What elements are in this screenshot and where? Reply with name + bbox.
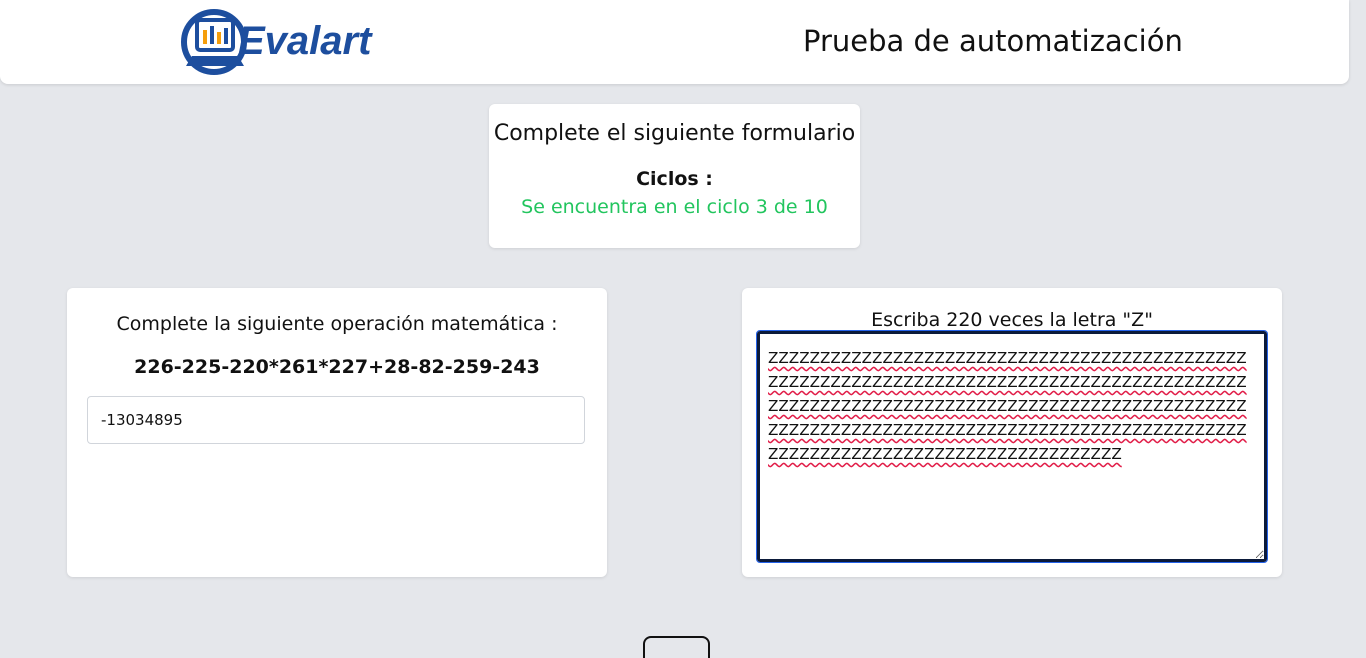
math-answer-input[interactable] <box>87 396 585 444</box>
text-task-instruction: Escriba 220 veces la letra "Z" <box>871 309 1153 331</box>
submit-button[interactable] <box>643 636 710 658</box>
math-instruction: Complete la siguiente operación matemáti… <box>116 313 558 335</box>
math-expression: 226-225-220*261*227+28-82-259-243 <box>134 356 540 378</box>
cycles-status: Se encuentra en el ciclo 3 de 10 <box>521 196 828 218</box>
cycles-label: Ciclos : <box>636 168 713 190</box>
letter-textarea[interactable]: ZZZZZZZZZZZZZZZZZZZZZZZZZZZZZZZZZZZZZZZZ… <box>756 330 1268 563</box>
logo-wordmark: Evalart <box>238 19 373 63</box>
form-instruction: Complete el siguiente formulario <box>493 121 856 146</box>
evalart-logo: Evalart <box>180 8 425 78</box>
math-card: Complete la siguiente operación matemáti… <box>67 288 607 577</box>
page-title: Prueba de automatización <box>803 24 1183 58</box>
text-task-card: Escriba 220 veces la letra "Z" ZZZZZZZZZ… <box>742 288 1282 577</box>
status-card: Complete el siguiente formulario Ciclos … <box>489 104 860 248</box>
logo-emblem-icon <box>181 9 247 75</box>
header-bar: Evalart Prueba de automatización <box>0 0 1349 84</box>
